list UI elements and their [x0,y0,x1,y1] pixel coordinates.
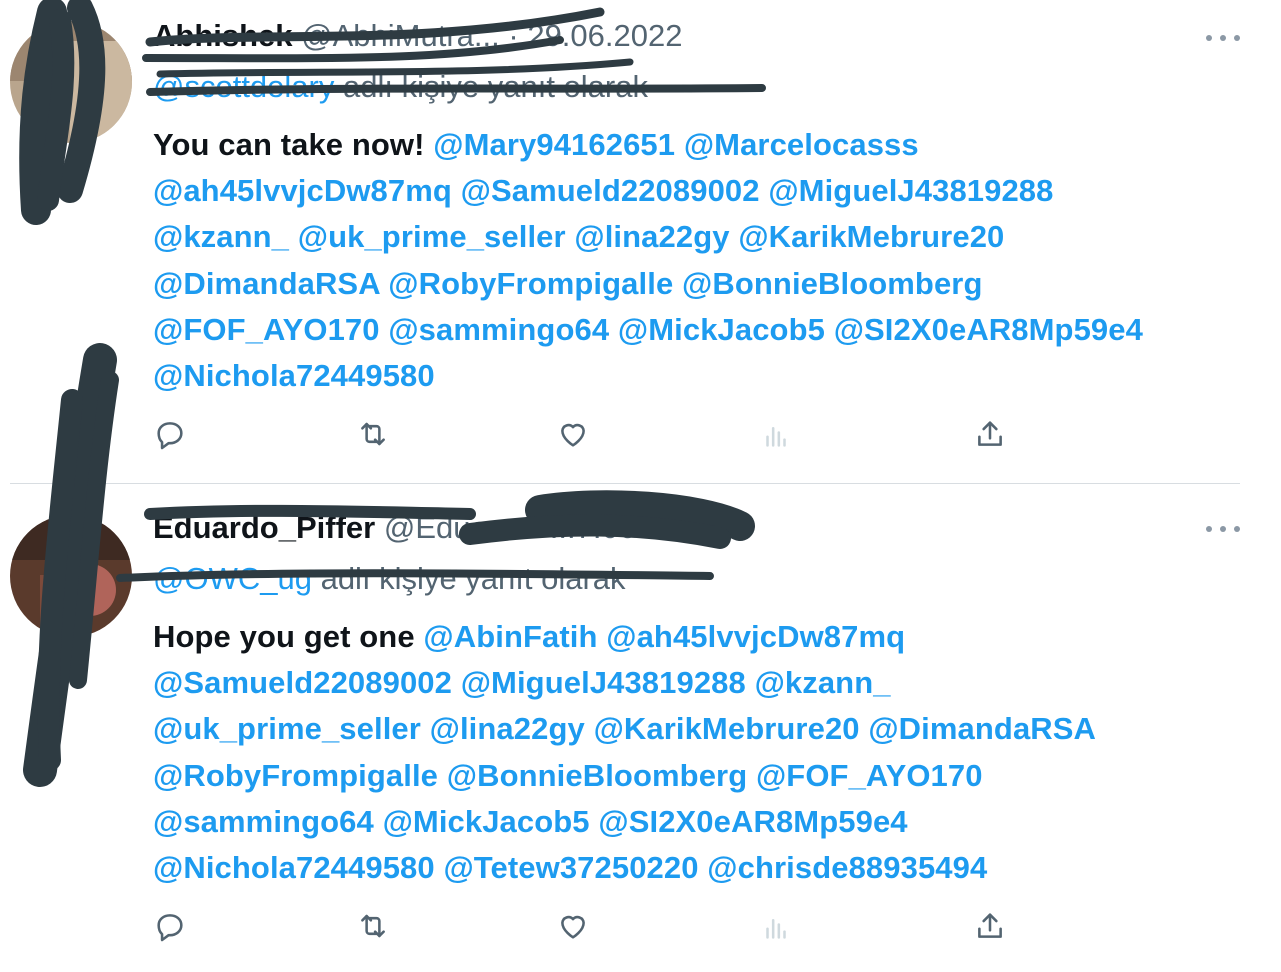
reply-icon[interactable] [150,414,190,454]
avatar[interactable] [10,21,132,143]
mention-link[interactable]: @BonnieBloomberg [447,758,748,793]
tweet-text: Hope you get one @AbinFatih @ah45lvvjcDw… [153,614,1253,891]
mention-link[interactable]: @Nichola72449580 [153,358,435,393]
share-icon[interactable] [970,906,1010,946]
mention-link[interactable]: @chrisde88935494 [707,850,987,885]
reply-mention-link[interactable]: @scottdelary [153,69,334,104]
tweet[interactable]: Eduardo_Piffer @Eduar... · ...7.06.2022 … [0,486,1281,972]
tweet-divider [10,483,1240,484]
reply-context-label: adlı kişiye yanıt olarak [320,561,626,596]
mention-link[interactable]: @DimandaRSA [868,711,1096,746]
user-handle[interactable]: @AbhiMutra... [301,18,500,53]
mention-link[interactable]: @Samueld22089002 [461,173,760,208]
avatar[interactable] [10,515,132,637]
tweet-text: You can take now! @Mary94162651 @Marcelo… [153,122,1253,399]
mention-link[interactable]: @MickJacob5 [618,312,825,347]
reply-context: @scottdelary adlı kişiye yanıt olarak [153,68,648,106]
tweet[interactable]: Abhishek @AbhiMutra... · 29.06.2022 @sco… [0,0,1281,484]
display-name[interactable]: Eduardo_Piffer [153,510,375,545]
mention-link[interactable]: @FOF_AYO170 [756,758,983,793]
mention-link[interactable]: @RobyFrompigalle [388,266,673,301]
reply-mention-link[interactable]: @OWC_ug [153,561,312,596]
mention-link[interactable]: @MiguelJ43819288 [768,173,1053,208]
tweet-date[interactable]: 29.06.2022 [527,18,682,53]
tweet-header: Abhishek @AbhiMutra... · 29.06.2022 [153,17,682,55]
retweet-icon[interactable] [353,414,393,454]
mention-link[interactable]: @FOF_AYO170 [153,312,380,347]
mention-link[interactable]: @DimandaRSA [153,266,380,301]
mention-link[interactable]: @RobyFrompigalle [153,758,438,793]
user-handle[interactable]: @Eduar... [384,510,522,545]
tweet-header: Eduardo_Piffer @Eduar... · ...7.06.2022 [153,509,714,547]
mention-link[interactable]: @sammingo64 [388,312,609,347]
mention-link[interactable]: @BonnieBloomberg [682,266,983,301]
mention-link[interactable]: @MiguelJ43819288 [461,665,746,700]
like-icon[interactable] [553,414,593,454]
mention-link[interactable]: @SI2X0eAR8Mp59e4 [598,804,907,839]
mention-link[interactable]: @kzann_ [153,219,289,254]
mention-link[interactable]: @ah45lvvjcDw87mq [606,619,905,654]
retweet-icon[interactable] [353,906,393,946]
mention-link[interactable]: @Marcelocasss [684,127,919,162]
mention-link[interactable]: @uk_prime_seller [298,219,566,254]
tweet-lead-text: You can take now! [153,127,425,162]
mention-link[interactable]: @Nichola72449580 [153,850,435,885]
mention-link[interactable]: @kzann_ [755,665,891,700]
analytics-icon [756,906,796,946]
tweet-actions [150,906,1020,946]
mention-link[interactable]: @sammingo64 [153,804,374,839]
more-icon[interactable] [1206,521,1240,537]
mention-link[interactable]: @uk_prime_seller [153,711,421,746]
mention-link[interactable]: @KarikMebrure20 [738,219,1004,254]
mention-link[interactable]: @Tetew37250220 [443,850,698,885]
mention-link[interactable]: @Samueld22089002 [153,665,452,700]
mention-link[interactable]: @lina22gy [430,711,585,746]
mention-link[interactable]: @KarikMebrure20 [594,711,860,746]
mention-link[interactable]: @Mary94162651 [433,127,675,162]
analytics-icon [756,414,796,454]
mention-link[interactable]: @SI2X0eAR8Mp59e4 [834,312,1143,347]
separator-dot: · [508,18,519,53]
tweet-actions [150,414,1020,454]
mention-link[interactable]: @ah45lvvjcDw87mq [153,173,452,208]
like-icon[interactable] [553,906,593,946]
reply-context-label: adlı kişiye yanıt olarak [343,69,648,104]
mention-link[interactable]: @AbinFatih [423,619,597,654]
mention-link[interactable]: @MickJacob5 [383,804,590,839]
mention-link[interactable]: @lina22gy [574,219,729,254]
reply-context: @OWC_ug adlı kişiye yanıt olarak [153,560,626,598]
share-icon[interactable] [970,414,1010,454]
tweet-lead-text: Hope you get one [153,619,415,654]
separator-dot: · [530,510,542,545]
reply-icon[interactable] [150,906,190,946]
tweet-date[interactable]: ...7.06.2022 [550,510,714,545]
display-name[interactable]: Abhishek [153,18,293,53]
more-icon[interactable] [1206,30,1240,46]
